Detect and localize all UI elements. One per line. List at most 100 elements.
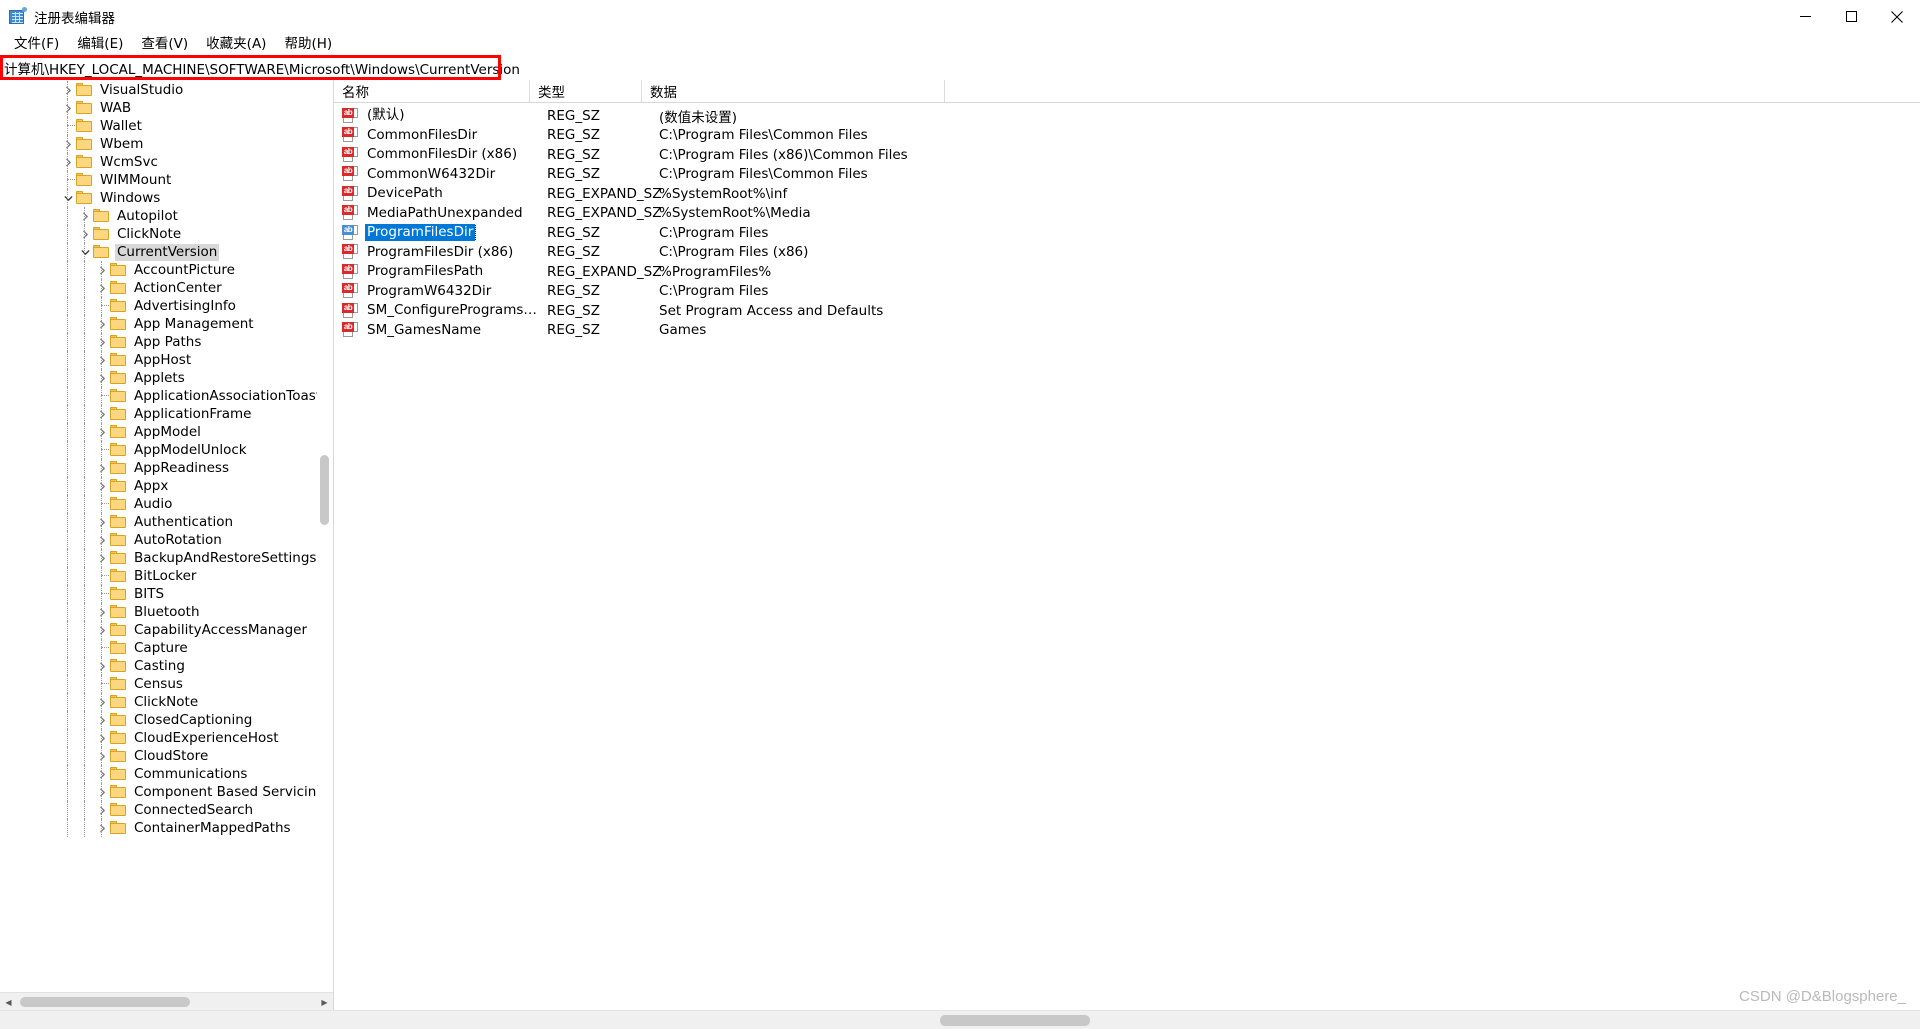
tree-item-wcmsvc[interactable]: WcmSvc [0,153,333,171]
tree-item-bluetooth[interactable]: Bluetooth [0,603,333,621]
address-bar[interactable]: 计算机\HKEY_LOCAL_MACHINE\SOFTWARE\Microsof… [0,55,1920,80]
tree-item-wbem[interactable]: Wbem [0,135,333,153]
chevron-right-icon[interactable] [60,135,76,153]
menu-help[interactable]: 帮助(H) [275,33,341,55]
window-bottom-scrollbar[interactable] [0,1010,1920,1029]
tree-item-communications[interactable]: Communications [0,765,333,783]
tree-item-bits[interactable]: BITS [0,585,333,603]
tree-item-capture[interactable]: Capture [0,639,333,657]
value-row[interactable]: ab SM_ConfigureProgramsNa... REG_SZ Set Pro… [334,301,1920,321]
chevron-right-icon[interactable] [77,225,93,243]
value-row[interactable]: ab DevicePath REG_EXPAND_SZ %SystemRoot%\in… [334,184,1920,204]
column-header-name[interactable]: 名称 [334,80,530,102]
value-row[interactable]: ab (默认) REG_SZ (数值未设置) [334,106,1920,126]
tree-item-accountpicture[interactable]: AccountPicture [0,261,333,279]
chevron-right-icon[interactable] [60,81,76,99]
tree-item-advertisinginfo[interactable]: AdvertisingInfo [0,297,333,315]
value-row[interactable]: ab ProgramFilesDir (x86) REG_SZ C:\Program … [334,243,1920,263]
tree-item-apphost[interactable]: AppHost [0,351,333,369]
tree-item-wab[interactable]: WAB [0,99,333,117]
tree-item-bitlocker[interactable]: BitLocker [0,567,333,585]
chevron-right-icon[interactable] [60,153,76,171]
tree-item-authentication[interactable]: Authentication [0,513,333,531]
menu-edit[interactable]: 编辑(E) [68,33,132,55]
tree-item-appmodel[interactable]: AppModel [0,423,333,441]
tree-item-census[interactable]: Census [0,675,333,693]
chevron-right-icon[interactable] [94,279,110,297]
tree-item-closedcaptioning[interactable]: ClosedCaptioning [0,711,333,729]
menu-favorites[interactable]: 收藏夹(A) [197,33,275,55]
scroll-left-arrow-icon[interactable]: ◀ [0,993,17,1010]
tree-item-cloudstore[interactable]: CloudStore [0,747,333,765]
tree-item-audio[interactable]: Audio [0,495,333,513]
tree-item-autorotation[interactable]: AutoRotation [0,531,333,549]
value-row[interactable]: ab CommonFilesDir REG_SZ C:\Program Files\C… [334,126,1920,146]
tree-item-containermappedpaths[interactable]: ContainerMappedPaths [0,819,333,837]
chevron-right-icon[interactable] [94,405,110,423]
tree-item-clicknote[interactable]: ClickNote [0,693,333,711]
chevron-right-icon[interactable] [60,99,76,117]
menu-file[interactable]: 文件(F) [5,33,68,55]
value-row[interactable]: ab SM_GamesName REG_SZ Games [334,321,1920,341]
menu-view[interactable]: 查看(V) [132,33,197,55]
chevron-right-icon[interactable] [94,531,110,549]
tree-item-applicationassociationtoasts[interactable]: ApplicationAssociationToasts [0,387,333,405]
chevron-right-icon[interactable] [94,783,110,801]
chevron-right-icon[interactable] [94,459,110,477]
chevron-right-icon[interactable] [94,657,110,675]
chevron-down-icon[interactable] [60,189,76,207]
chevron-right-icon[interactable] [94,621,110,639]
tree-item-wallet[interactable]: Wallet [0,117,333,135]
tree-item-visualstudio[interactable]: VisualStudio [0,81,333,99]
value-row[interactable]: ab CommonW6432Dir REG_SZ C:\Program Files\C… [334,165,1920,185]
chevron-right-icon[interactable] [94,801,110,819]
column-header-type[interactable]: 类型 [530,80,642,102]
chevron-right-icon[interactable] [94,477,110,495]
value-row[interactable]: ab ProgramFilesDir REG_SZ C:\Program Files [334,223,1920,243]
chevron-right-icon[interactable] [94,549,110,567]
chevron-right-icon[interactable] [94,693,110,711]
tree-item-windows[interactable]: Windows [0,189,333,207]
scroll-right-arrow-icon[interactable]: ▶ [316,993,333,1010]
chevron-right-icon[interactable] [94,351,110,369]
window-bottom-scrollbar-thumb[interactable] [940,1015,1090,1026]
chevron-right-icon[interactable] [77,207,93,225]
tree-item-applets[interactable]: Applets [0,369,333,387]
chevron-down-icon[interactable] [77,243,93,261]
tree-vertical-scrollbar[interactable] [317,80,333,992]
chevron-right-icon[interactable] [94,729,110,747]
tree-item-autopilot[interactable]: Autopilot [0,207,333,225]
value-row[interactable]: ab ProgramW6432Dir REG_SZ C:\Program Files [334,282,1920,302]
tree-item-connectedsearch[interactable]: ConnectedSearch [0,801,333,819]
chevron-right-icon[interactable] [94,333,110,351]
tree-item-backupandrestoresettings[interactable]: BackupAndRestoreSettings [0,549,333,567]
column-header-data[interactable]: 数据 [642,80,945,102]
minimize-button[interactable] [1782,0,1828,33]
tree-item-clicknote[interactable]: ClickNote [0,225,333,243]
tree-horizontal-scrollbar-thumb[interactable] [20,997,190,1007]
chevron-right-icon[interactable] [94,819,110,837]
tree-item-currentversion[interactable]: CurrentVersion [0,243,333,261]
chevron-right-icon[interactable] [94,747,110,765]
value-row[interactable]: ab MediaPathUnexpanded REG_EXPAND_SZ %Syste… [334,204,1920,224]
close-button[interactable] [1874,0,1920,33]
tree-item-app-paths[interactable]: App Paths [0,333,333,351]
tree-item-cloudexperiencehost[interactable]: CloudExperienceHost [0,729,333,747]
tree-item-appmodelunlock[interactable]: AppModelUnlock [0,441,333,459]
chevron-right-icon[interactable] [94,603,110,621]
tree-item-casting[interactable]: Casting [0,657,333,675]
tree-item-app-management[interactable]: App Management [0,315,333,333]
tree-item-component-based-servicing[interactable]: Component Based Servicing [0,783,333,801]
tree-horizontal-scrollbar[interactable]: ◀ ▶ [0,992,333,1010]
tree-item-wimmount[interactable]: WIMMount [0,171,333,189]
chevron-right-icon[interactable] [94,711,110,729]
tree-item-appx[interactable]: Appx [0,477,333,495]
chevron-right-icon[interactable] [94,315,110,333]
tree-vertical-scrollbar-thumb[interactable] [320,455,329,525]
maximize-button[interactable] [1828,0,1874,33]
chevron-right-icon[interactable] [94,261,110,279]
chevron-right-icon[interactable] [94,513,110,531]
tree-item-appreadiness[interactable]: AppReadiness [0,459,333,477]
value-row[interactable]: ab ProgramFilesPath REG_EXPAND_SZ %ProgramF… [334,262,1920,282]
chevron-right-icon[interactable] [94,423,110,441]
